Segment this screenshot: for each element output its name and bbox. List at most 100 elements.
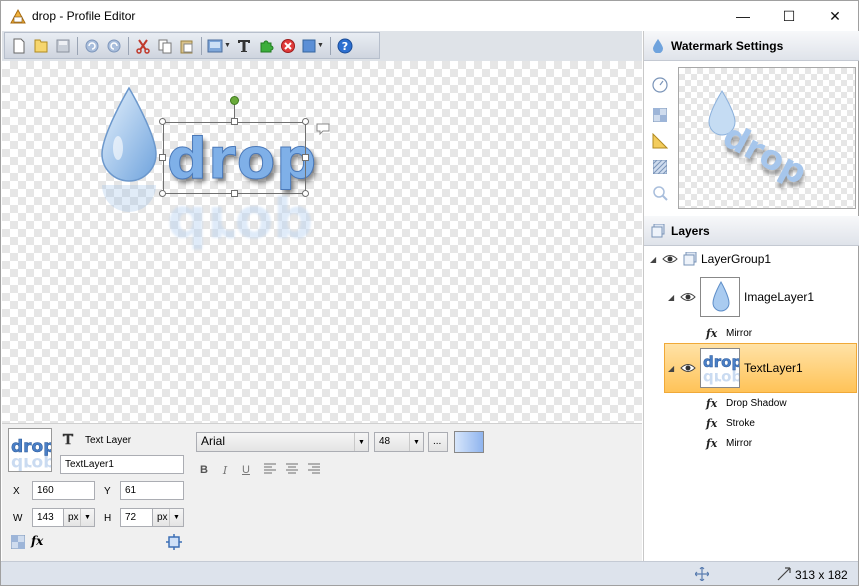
resize-handle-s[interactable] [231,190,238,197]
open-file-button[interactable] [31,36,51,56]
chevron-down-icon: ▼ [409,433,423,451]
undo-button[interactable] [82,36,102,56]
x-label: X [13,486,20,497]
selection-box[interactable] [163,122,306,194]
copy-icon[interactable] [155,36,175,56]
toolbar-separator [330,36,331,55]
bold-button[interactable]: B [196,462,212,478]
water-drop-icon [651,38,665,53]
y-position-input[interactable]: 61 [120,481,184,500]
effect-name: Mirror [726,438,753,449]
resize-handle-sw[interactable] [159,190,166,197]
add-image-layer-button[interactable]: ▼ [206,36,232,56]
hatch-pattern-icon[interactable] [652,159,668,175]
move-cursor-icon [695,567,709,581]
title-bar: drop - Profile Editor — ☐ ✕ [1,1,858,31]
thumbnail-reflection: drop [703,369,740,387]
layers-icon [651,223,665,238]
close-window-button[interactable]: ✕ [812,1,858,31]
layer-name-input[interactable]: TextLayer1 [60,455,184,474]
fx-icon: fx [706,417,718,430]
resize-handle-nw[interactable] [159,118,166,125]
toolbar-separator [77,36,78,55]
minimize-button[interactable]: — [720,1,766,31]
layer-group-row[interactable]: ◢ LayerGroup1 [650,252,771,266]
effect-name: Drop Shadow [726,398,787,409]
width-unit-select[interactable]: px ▼ [63,508,95,527]
delete-layer-icon[interactable] [278,36,298,56]
font-family-select[interactable]: Arial ▼ [196,432,369,452]
skew-handle-icon[interactable] [316,123,330,135]
effect-row-mirror[interactable]: fx Mirror [706,327,752,340]
effect-row-drop-shadow[interactable]: fx Drop Shadow [706,397,787,410]
collapse-arrow-icon[interactable]: ◢ [668,364,680,373]
new-file-button[interactable] [9,36,29,56]
visibility-eye-icon[interactable] [662,253,678,265]
profile-editor-window: drop - Profile Editor — ☐ ✕ ▼ ▼ ? drop d… [0,0,859,586]
text-color-swatch[interactable] [454,431,484,453]
add-effect-puzzle-icon[interactable] [256,36,276,56]
water-drop-reflection [102,185,156,212]
thumbnail-text: drop [11,437,52,458]
w-label: W [13,513,23,524]
effect-row-mirror[interactable]: fx Mirror [706,437,752,450]
align-right-icon[interactable] [307,463,321,475]
transparency-icon[interactable] [11,535,25,549]
save-button[interactable] [53,36,73,56]
paste-icon[interactable] [177,36,197,56]
maximize-button[interactable]: ☐ [766,1,812,31]
layer-name: LayerGroup1 [701,252,772,266]
visibility-eye-icon[interactable] [680,362,696,374]
chevron-down-icon: ▼ [80,509,94,526]
resize-handle-w[interactable] [159,154,166,161]
effect-row-stroke[interactable]: fx Stroke [706,417,755,430]
collapse-arrow-icon[interactable]: ◢ [668,293,680,302]
text-layer-reflection: drop [167,193,314,258]
underline-button[interactable]: U [238,462,254,478]
right-panel: Watermark Settings drop Layers ◢ LayerGr… [643,31,859,561]
layer-type-label: Text Layer [85,435,132,446]
height-input[interactable]: 72 [120,508,153,527]
text-layer-row[interactable]: ◢ drop drop TextLayer1 [668,348,803,388]
canvas-size-icon [777,567,791,581]
x-position-input[interactable]: 160 [32,481,95,500]
collapse-arrow-icon[interactable]: ◢ [650,255,662,264]
shape-color-button[interactable]: ▼ [300,36,326,56]
height-unit-select[interactable]: px ▼ [152,508,184,527]
italic-button[interactable]: I [217,462,233,478]
fx-icon: fx [706,397,718,410]
resize-handle-e[interactable] [302,154,309,161]
canvas-size-readout: 313 x 182 [795,568,848,582]
add-text-layer-icon[interactable] [234,36,254,56]
resize-handle-n[interactable] [231,118,238,125]
resize-handle-ne[interactable] [302,118,309,125]
thumbnail-text: drop [703,353,740,372]
ruler-triangle-icon[interactable] [652,133,668,149]
align-left-icon[interactable] [263,463,277,475]
position-dial-icon[interactable] [652,77,668,93]
zoom-magnifier-icon[interactable] [652,185,668,201]
layer-thumbnail: drop drop [8,428,52,472]
background-pattern-icon[interactable] [652,107,668,123]
watermark-preview: drop [678,67,856,209]
help-icon[interactable]: ? [335,36,355,56]
editor-canvas[interactable]: drop drop [2,61,642,423]
align-center-icon[interactable] [285,463,299,475]
font-more-button[interactable]: ... [428,432,448,452]
resize-handle-se[interactable] [302,190,309,197]
watermark-settings-title: Watermark Settings [671,38,784,53]
visibility-eye-icon[interactable] [680,291,696,303]
water-drop-image[interactable] [98,86,160,186]
width-input[interactable]: 143 [32,508,64,527]
fx-icon: fx [706,437,718,450]
cut-icon[interactable] [133,36,153,56]
status-bar: 313 x 182 [1,561,858,585]
fit-to-canvas-icon[interactable] [166,534,182,550]
image-layer-row[interactable]: ◢ ImageLayer1 [668,277,814,317]
fx-icon: fx [706,327,718,340]
effects-fx-icon[interactable]: fx [31,534,43,548]
font-size-select[interactable]: 48 ▼ [374,432,424,452]
text-layer-icon [62,433,74,445]
redo-button[interactable] [104,36,124,56]
rotate-handle[interactable] [230,96,239,105]
